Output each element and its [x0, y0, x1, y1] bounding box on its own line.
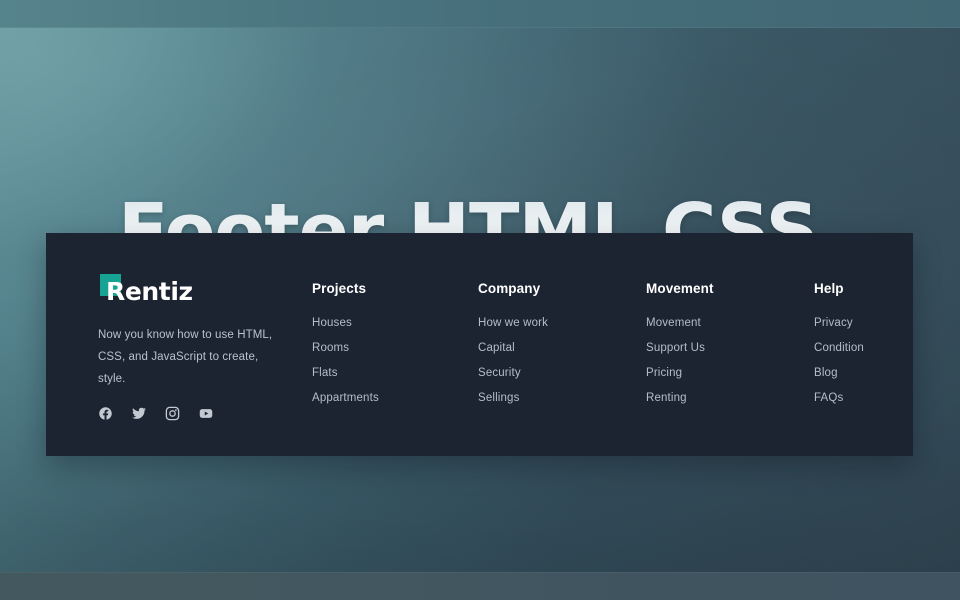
column-title: Help: [814, 281, 844, 296]
footer-column-help: Help Privacy Condition Blog FAQs: [814, 281, 864, 404]
footer-link[interactable]: FAQs: [814, 392, 864, 404]
footer-column-movement: Movement Movement Support Us Pricing Ren…: [646, 281, 714, 404]
column-title: Company: [478, 281, 541, 296]
youtube-icon[interactable]: [198, 406, 214, 421]
screenshot-stage: Footer HTML CSS Rentiz Now you know how …: [0, 0, 960, 600]
footer-link[interactable]: Support Us: [646, 342, 714, 354]
top-chrome-bar: [0, 0, 960, 28]
brand-name: Rentiz: [106, 276, 193, 306]
social-links: [98, 406, 298, 421]
bottom-chrome-bar: [0, 572, 960, 600]
twitter-icon[interactable]: [131, 406, 147, 421]
instagram-icon[interactable]: [165, 406, 180, 421]
column-title: Movement: [646, 281, 714, 296]
brand-description: Now you know how to use HTML, CSS, and J…: [98, 329, 273, 385]
footer-column-projects: Projects Houses Rooms Flats Appartments: [312, 281, 379, 404]
facebook-icon[interactable]: [98, 406, 113, 421]
footer-link[interactable]: Movement: [646, 317, 714, 329]
footer-link[interactable]: Pricing: [646, 367, 714, 379]
footer-link[interactable]: Privacy: [814, 317, 864, 329]
footer-link[interactable]: Flats: [312, 367, 379, 379]
footer-link[interactable]: Rooms: [312, 342, 379, 354]
footer-link[interactable]: Condition: [814, 342, 864, 354]
footer-link[interactable]: Blog: [814, 367, 864, 379]
brand-logo[interactable]: Rentiz: [98, 274, 298, 308]
footer-column-company: Company How we work Capital Security Sel…: [478, 281, 548, 404]
column-title: Projects: [312, 281, 367, 296]
footer-link[interactable]: Appartments: [312, 392, 379, 404]
footer-link[interactable]: Sellings: [478, 392, 548, 404]
footer-link[interactable]: Renting: [646, 392, 714, 404]
site-footer: Rentiz Now you know how to use HTML, CSS…: [46, 233, 913, 456]
footer-link[interactable]: How we work: [478, 317, 548, 329]
footer-link[interactable]: Capital: [478, 342, 548, 354]
footer-link[interactable]: Houses: [312, 317, 379, 329]
footer-brand-column: Rentiz Now you know how to use HTML, CSS…: [98, 274, 298, 421]
footer-link[interactable]: Security: [478, 367, 548, 379]
